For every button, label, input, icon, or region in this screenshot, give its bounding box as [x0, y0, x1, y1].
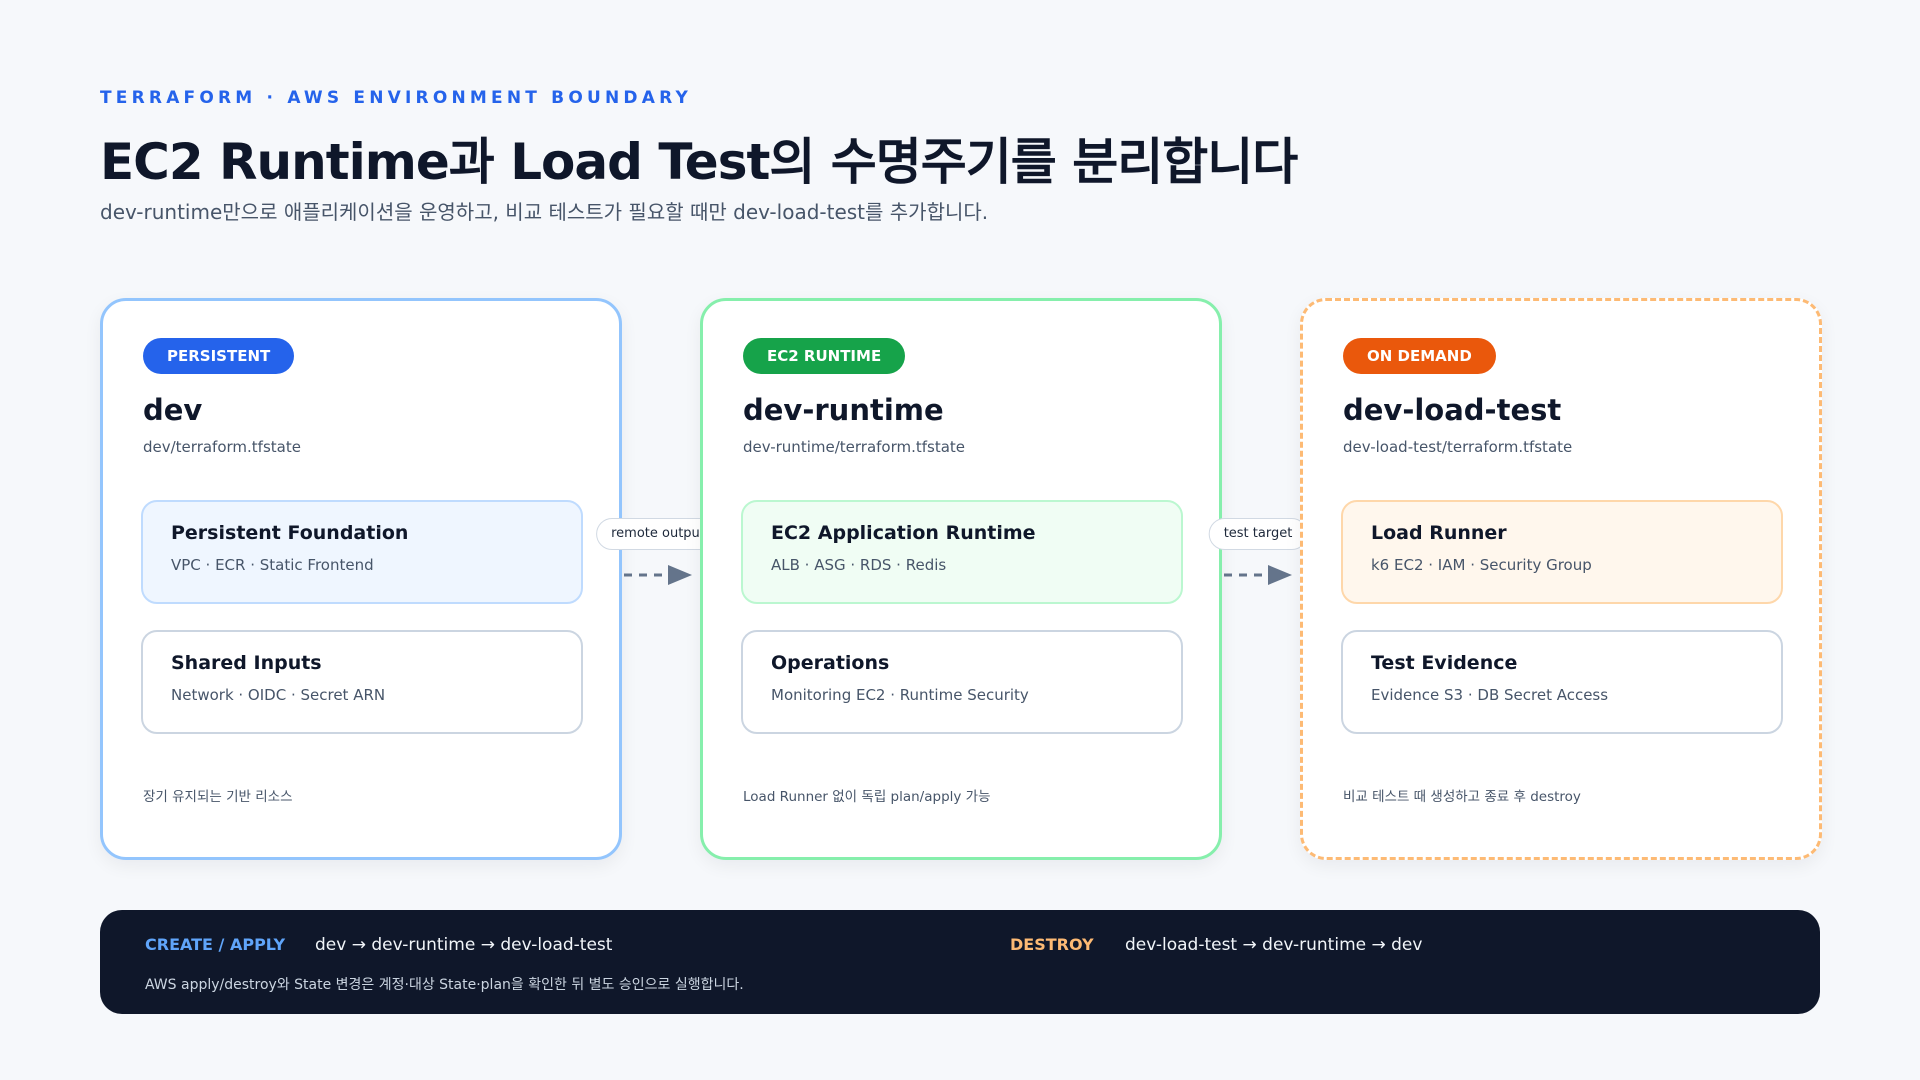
env-name: dev [143, 393, 203, 427]
connector-label: test target [1208, 518, 1308, 550]
box-description: Monitoring EC2 · Runtime Security [771, 686, 1029, 704]
lifecycle-footer: CREATE / APPLY dev → dev-runtime → dev-l… [100, 910, 1820, 1014]
create-apply-label: CREATE / APPLY [145, 935, 286, 954]
env-card-dev-runtime: EC2 RUNTIME dev-runtime dev-runtime/terr… [700, 298, 1222, 860]
ec2-runtime-badge: EC2 RUNTIME [743, 338, 906, 374]
card-note: 장기 유지되는 기반 리소스 [143, 789, 293, 805]
env-name: dev-load-test [1343, 393, 1562, 427]
persistent-badge: PERSISTENT [143, 338, 295, 374]
page-subtitle: dev-runtime만으로 애플리케이션을 운영하고, 비교 테스트가 필요할… [100, 200, 989, 224]
box-title: EC2 Application Runtime [771, 522, 1036, 544]
state-path: dev-runtime/terraform.tfstate [743, 438, 966, 456]
persistent-foundation-box: Persistent Foundation VPC · ECR · Static… [141, 500, 583, 604]
dashed-arrow-icon [1224, 565, 1292, 585]
state-path: dev/terraform.tfstate [143, 438, 301, 456]
box-description: k6 EC2 · IAM · Security Group [1371, 556, 1592, 574]
connector-test-target: test target [1208, 518, 1308, 630]
box-description: ALB · ASG · RDS · Redis [771, 556, 947, 574]
dashed-arrow-icon [624, 565, 692, 585]
load-runner-box: Load Runner k6 EC2 · IAM · Security Grou… [1341, 500, 1783, 604]
destroy-flow: dev-load-test → dev-runtime → dev [1125, 935, 1423, 955]
ec2-application-runtime-box: EC2 Application Runtime ALB · ASG · RDS … [741, 500, 1183, 604]
connector-remote-output: remote output [596, 518, 720, 630]
env-card-dev-load-test: ON DEMAND dev-load-test dev-load-test/te… [1300, 298, 1822, 860]
box-title: Shared Inputs [171, 652, 322, 674]
card-note: 비교 테스트 때 생성하고 종료 후 destroy [1343, 789, 1581, 805]
footer-note: AWS apply/destroy와 State 변경은 계정·대상 State… [145, 977, 744, 993]
box-title: Persistent Foundation [171, 522, 409, 544]
destroy-label: DESTROY [1010, 935, 1094, 954]
eyebrow-label: TERRAFORM · AWS ENVIRONMENT BOUNDARY [100, 88, 692, 108]
box-title: Operations [771, 652, 890, 674]
page-title: EC2 Runtime과 Load Test의 수명주기를 분리합니다 [100, 133, 1298, 191]
operations-box: Operations Monitoring EC2 · Runtime Secu… [741, 630, 1183, 734]
box-description: Evidence S3 · DB Secret Access [1371, 686, 1609, 704]
create-flow: dev → dev-runtime → dev-load-test [315, 935, 613, 955]
env-card-dev: PERSISTENT dev dev/terraform.tfstate Per… [100, 298, 622, 860]
box-title: Test Evidence [1371, 652, 1518, 674]
shared-inputs-box: Shared Inputs Network · OIDC · Secret AR… [141, 630, 583, 734]
on-demand-badge: ON DEMAND [1343, 338, 1496, 374]
box-description: VPC · ECR · Static Frontend [171, 556, 374, 574]
box-description: Network · OIDC · Secret ARN [171, 686, 386, 704]
box-title: Load Runner [1371, 522, 1507, 544]
test-evidence-box: Test Evidence Evidence S3 · DB Secret Ac… [1341, 630, 1783, 734]
env-name: dev-runtime [743, 393, 944, 427]
state-path: dev-load-test/terraform.tfstate [1343, 438, 1573, 456]
card-note: Load Runner 없이 독립 plan/apply 가능 [743, 789, 991, 805]
